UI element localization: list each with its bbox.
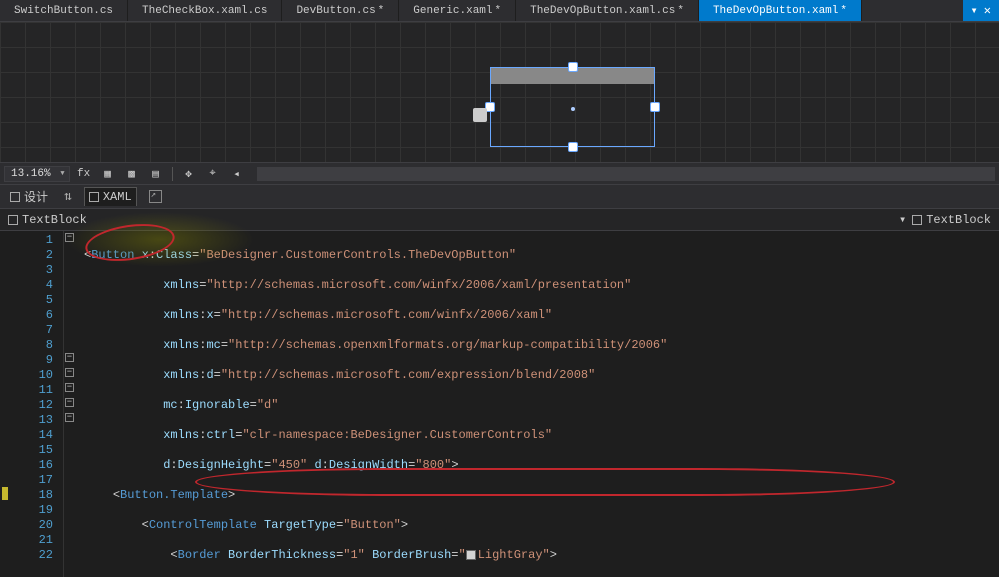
zoom-combo[interactable]: 13.16%	[4, 166, 70, 182]
document-tab-bar: SwitchButton.cs TheCheckBox.xaml.cs DevB…	[0, 0, 999, 22]
tab-thedevop-xaml[interactable]: TheDevOpButton.xaml*	[699, 0, 862, 21]
grid-toggle-2[interactable]: ▩	[122, 165, 142, 183]
design-pane-tab[interactable]: 设计	[6, 186, 52, 207]
breadcrumb-dropdown-icon[interactable]: ▾	[899, 212, 906, 227]
snap-tool[interactable]: ⌖	[203, 165, 223, 183]
xaml-breadcrumb: TextBlock ▾ TextBlock	[0, 209, 999, 231]
xaml-tab-icon	[89, 192, 99, 202]
breadcrumb-right[interactable]: TextBlock	[912, 213, 991, 227]
bookmark-marker[interactable]	[2, 487, 8, 500]
close-icon[interactable]: ✕	[984, 3, 991, 18]
swap-panes-icon[interactable]: ⇅	[64, 189, 72, 204]
element-icon	[8, 215, 18, 225]
design-center-dot	[571, 107, 575, 111]
resize-handle-bottom[interactable]	[568, 142, 578, 152]
designer-toolbar: 13.16% fx ▦ ▩ ▤ ✥ ⌖ ◂	[0, 163, 999, 185]
grid-toggle-1[interactable]: ▦	[98, 165, 118, 183]
tab-devbutton[interactable]: DevButton.cs*	[282, 0, 399, 21]
split-pane-tabs: 设计 ⇅ XAML	[0, 185, 999, 209]
tab-thecheckbox[interactable]: TheCheckBox.xaml.cs	[128, 0, 282, 21]
pin-icon[interactable]: ▾	[971, 3, 978, 18]
color-swatch-lightgray	[466, 550, 476, 560]
fx-button[interactable]: fx	[74, 165, 94, 183]
code-content[interactable]: <Button x:Class="BeDesigner.CustomerCont…	[64, 231, 999, 577]
scroll-left-icon[interactable]: ◂	[227, 165, 247, 183]
line-number-gutter: 12345678910111213141516171819202122 − − …	[0, 231, 64, 577]
resize-handle-right[interactable]	[650, 102, 660, 112]
design-tab-icon	[10, 192, 20, 202]
popout-icon[interactable]	[149, 190, 162, 203]
element-icon	[912, 215, 922, 225]
xaml-pane-tab[interactable]: XAML	[84, 187, 137, 206]
xaml-designer-surface[interactable]	[0, 22, 999, 163]
tab-generic[interactable]: Generic.xaml*	[399, 0, 516, 21]
design-edge-icon[interactable]	[473, 108, 487, 122]
toolbar-separator	[172, 167, 173, 181]
tab-thedevop-cs[interactable]: TheDevOpButton.xaml.cs*	[516, 0, 699, 21]
xaml-code-editor[interactable]: 12345678910111213141516171819202122 − − …	[0, 231, 999, 577]
move-tool[interactable]: ✥	[179, 165, 199, 183]
design-selected-element[interactable]	[490, 67, 655, 147]
resize-handle-top[interactable]	[568, 62, 578, 72]
breadcrumb-left[interactable]: TextBlock	[8, 213, 87, 227]
tab-switchbutton[interactable]: SwitchButton.cs	[0, 0, 128, 21]
tab-actions: ▾ ✕	[963, 0, 999, 21]
horizontal-scrollbar[interactable]	[257, 167, 995, 181]
grid-toggle-3[interactable]: ▤	[146, 165, 166, 183]
